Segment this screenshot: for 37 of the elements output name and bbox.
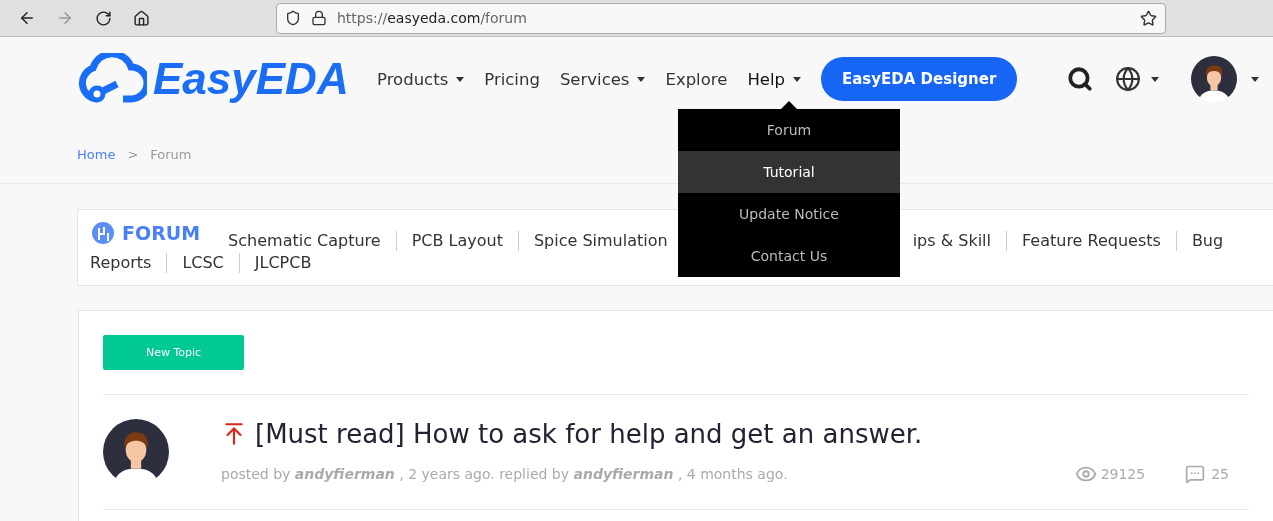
nav-link[interactable]: Products <box>377 69 465 89</box>
breadcrumb-separator: > <box>127 147 139 164</box>
category-link[interactable]: Reports <box>90 253 167 273</box>
category-link[interactable]: Spice Simulation <box>517 231 683 251</box>
author-avatar <box>103 419 169 485</box>
category-link[interactable]: LCSC <box>166 253 239 273</box>
forum-logo-icon <box>90 220 116 246</box>
user-avatar <box>1191 56 1238 102</box>
topic-title[interactable]: [Must read] How to ask for help and get an answer. <box>255 419 923 449</box>
topic-meta: posted by andyfierman , 2 years ago. replied by andyfierman , 4 months ago. <box>221 466 789 482</box>
search-icon[interactable] <box>1067 66 1094 92</box>
address-bar[interactable]: https://easyeda.com/forum <box>276 2 1166 34</box>
url-text: https://easyeda.com/forum <box>337 10 528 26</box>
cloud-logo-icon <box>77 53 147 105</box>
designer-button[interactable]: EasyEDA Designer <box>821 57 1018 101</box>
category-link[interactable]: Bug <box>1175 231 1239 251</box>
category-link[interactable]: JLCPCB <box>238 253 327 273</box>
category-link[interactable]: PCB Layout <box>395 231 518 251</box>
forum-title: FORUM <box>90 220 201 246</box>
easyeda-logo[interactable]: EasyEDA <box>77 53 377 105</box>
shield-icon <box>285 10 301 26</box>
nav-link[interactable]: Help <box>747 69 801 89</box>
view-count: 29125 <box>1100 466 1146 482</box>
caret-icon[interactable] <box>1251 76 1260 82</box>
nav-link[interactable]: Explore <box>665 69 728 89</box>
breadcrumb-link[interactable]: Home <box>77 147 116 183</box>
language-globe-icon[interactable] <box>1115 66 1160 92</box>
nav-link[interactable]: Services <box>559 69 646 89</box>
category-link[interactable]: Feature Requests <box>1006 231 1176 251</box>
comments-icon <box>1185 464 1206 484</box>
lock-icon <box>311 10 327 26</box>
nav-link[interactable]: Pricing <box>484 69 540 89</box>
bookmark-star-icon[interactable] <box>1140 9 1157 27</box>
category-link[interactable]: Schematic Capture <box>228 231 396 251</box>
category-link[interactable]: ips & Skill <box>912 231 1006 251</box>
menu-item[interactable]: Tutorial <box>678 151 900 193</box>
reply-count: 25 <box>1211 466 1229 482</box>
